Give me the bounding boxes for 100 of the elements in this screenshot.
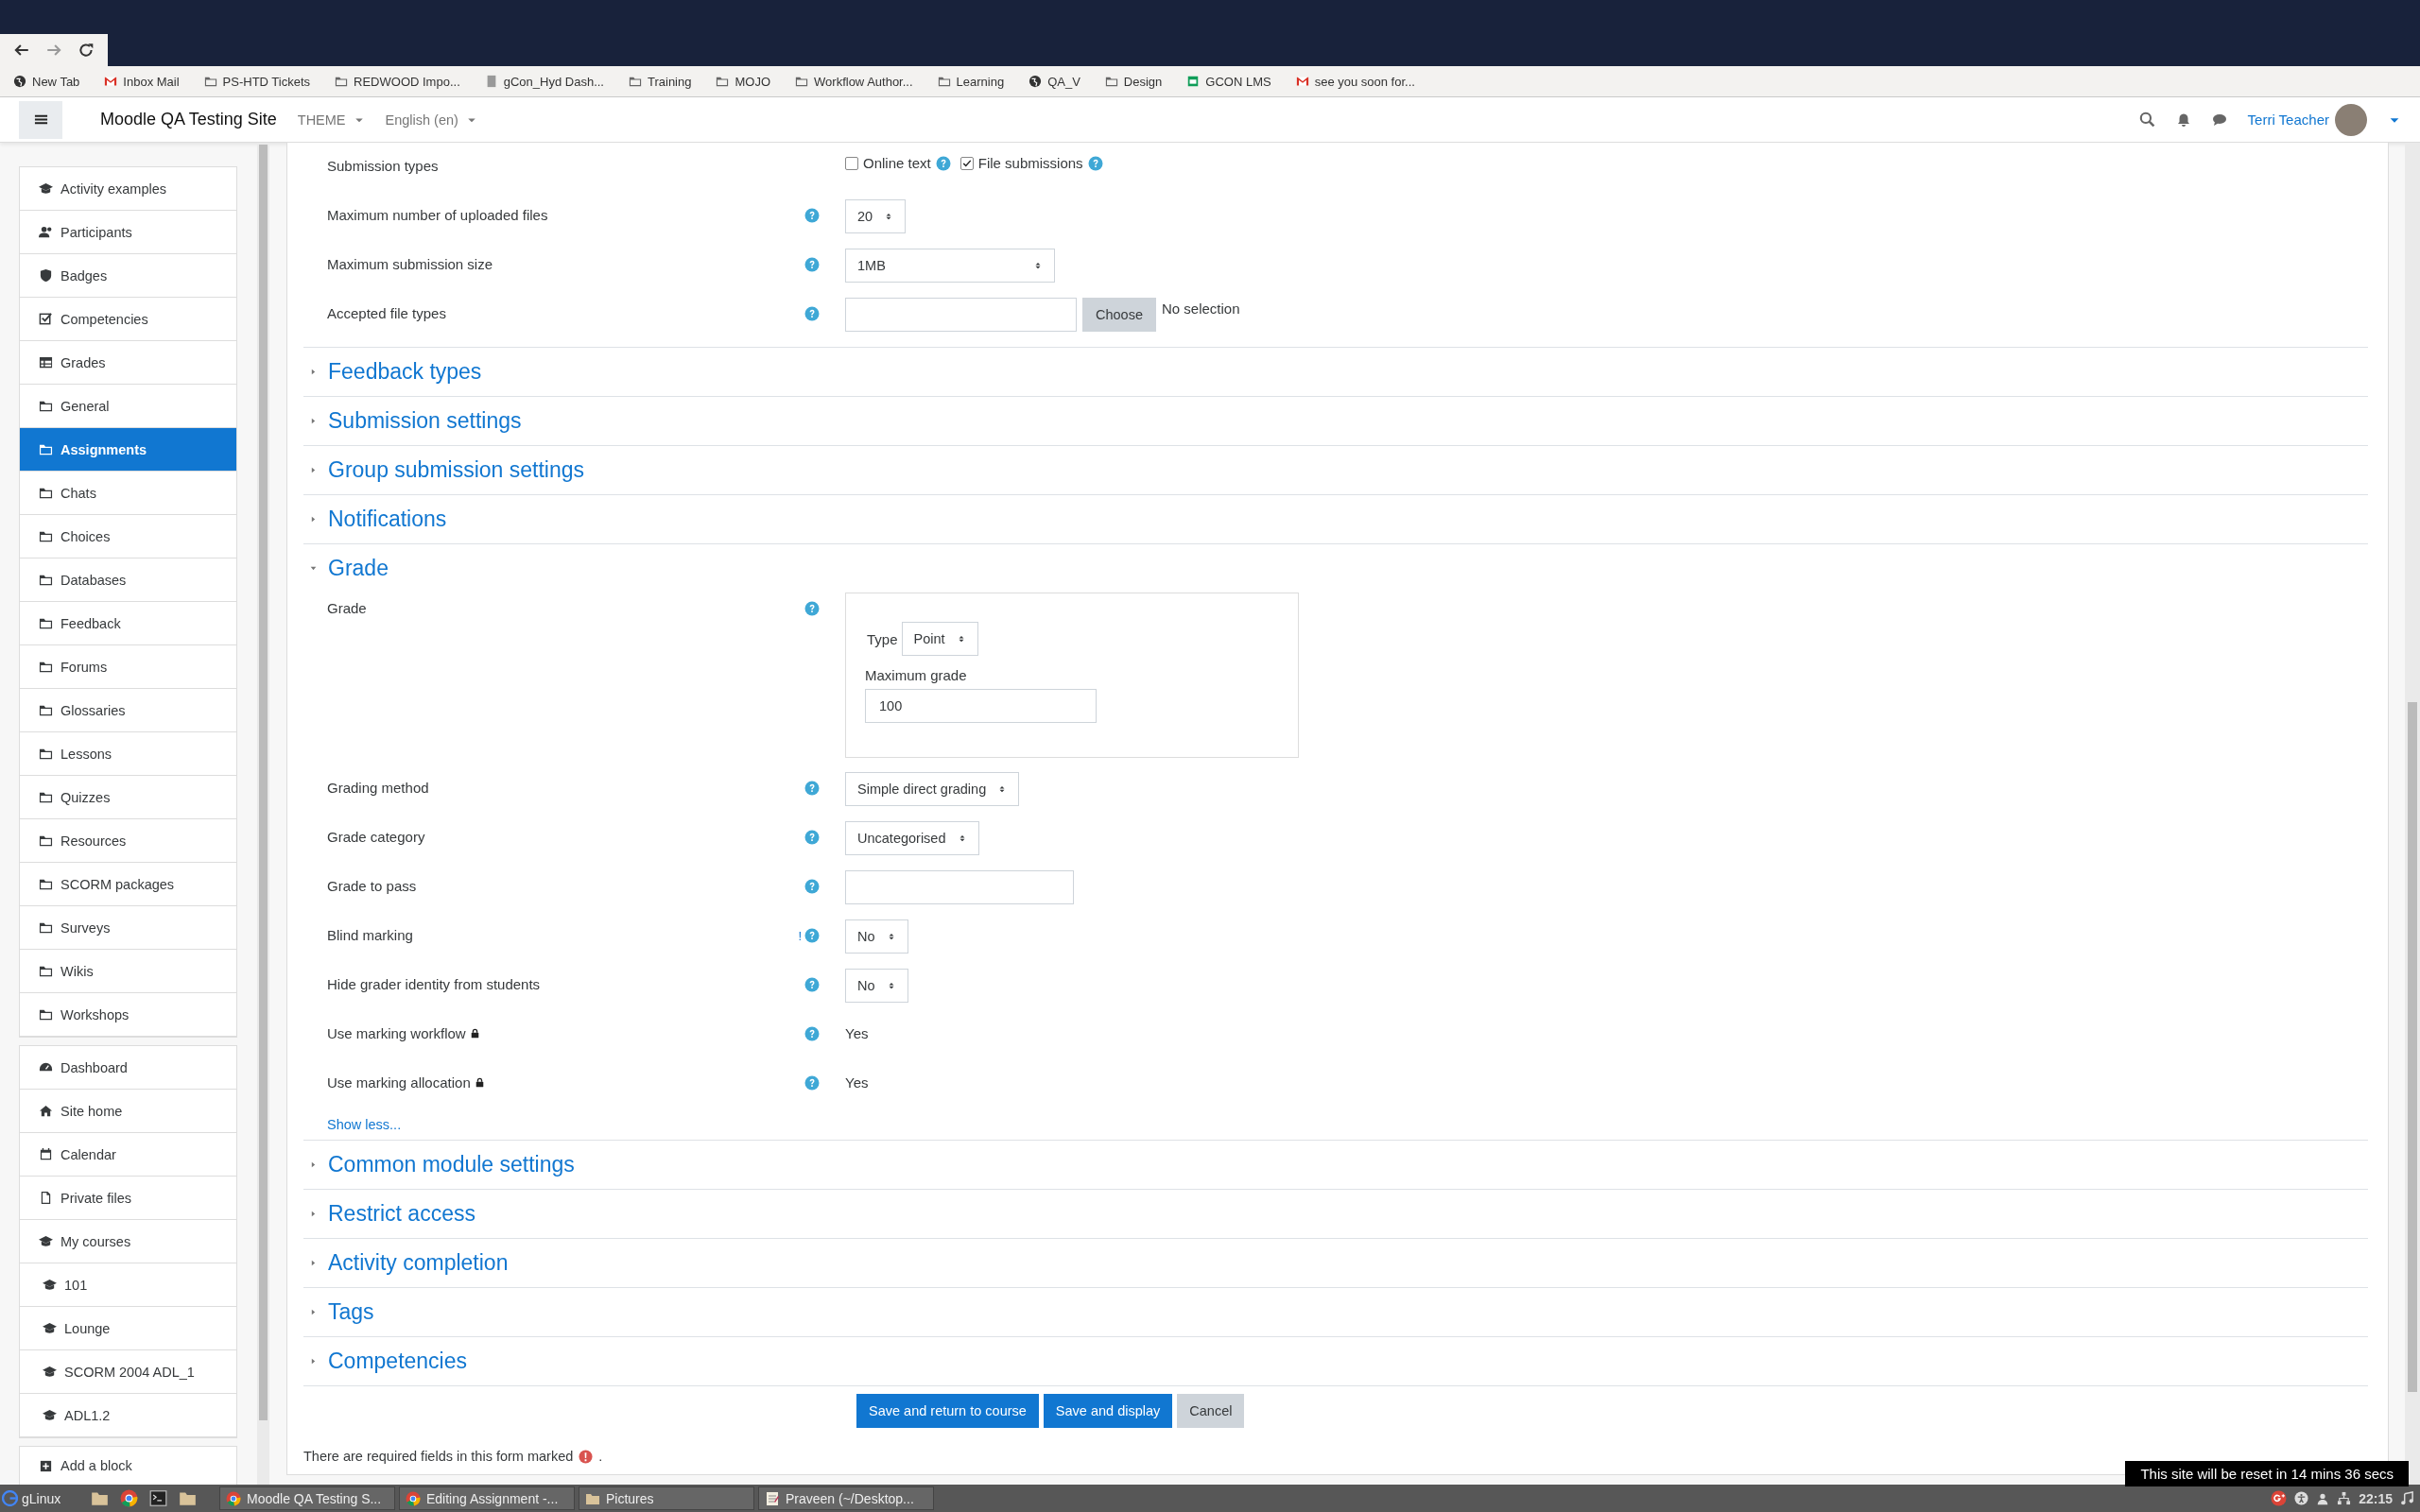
show-less-link[interactable]: Show less... <box>303 1117 402 1140</box>
section-header[interactable]: Notifications <box>303 494 2368 543</box>
section-header[interactable]: Feedback types <box>303 347 2368 396</box>
bookmark[interactable]: GCON LMS <box>1186 74 1271 89</box>
sidebar-item[interactable]: Lounge <box>20 1307 236 1350</box>
sidebar-item[interactable]: Choices <box>20 515 236 558</box>
sidebar-item[interactable]: Calendar <box>20 1133 236 1177</box>
bookmark[interactable]: Design <box>1104 74 1163 89</box>
sidebar-item[interactable]: Lessons <box>20 732 236 776</box>
section-header[interactable]: Restrict access <box>303 1189 2368 1238</box>
help-icon[interactable] <box>804 781 820 796</box>
help-icon[interactable] <box>804 306 820 321</box>
select-dropdown[interactable]: Point <box>901 622 978 656</box>
form-button[interactable]: Save and display <box>1043 1394 1173 1428</box>
sidebar-item[interactable]: Quizzes <box>20 776 236 819</box>
help-icon[interactable] <box>804 830 820 845</box>
section-header[interactable]: Competencies <box>303 1336 2368 1385</box>
terminal-icon[interactable] <box>149 1489 167 1507</box>
scrollbar[interactable] <box>2405 143 2420 1485</box>
select-dropdown[interactable]: Uncategorised <box>845 821 979 855</box>
sidebar-item[interactable]: Surveys <box>20 906 236 950</box>
browser-icon[interactable] <box>120 1489 138 1507</box>
sidebar-item[interactable]: Assignments <box>20 428 236 472</box>
sidebar-item[interactable]: Databases <box>20 558 236 602</box>
section-header[interactable]: Group submission settings <box>303 445 2368 494</box>
help-icon[interactable] <box>804 1026 820 1041</box>
sidebar-item[interactable]: Participants <box>20 211 236 254</box>
sidebar-item[interactable]: 101 <box>20 1263 236 1307</box>
taskbar-window-button[interactable]: Editing Assignment -... <box>399 1486 575 1510</box>
start-menu-button[interactable]: gLinux <box>2 1490 81 1506</box>
user-name-link[interactable]: Terri Teacher <box>2247 112 2329 128</box>
section-header[interactable]: Activity completion <box>303 1238 2368 1287</box>
text-field[interactable]: 100 <box>865 689 1097 723</box>
bookmark[interactable]: PS-HTD Tickets <box>203 74 311 89</box>
section-header[interactable]: Submission settings <box>303 396 2368 445</box>
sidebar-item[interactable]: Workshops <box>20 993 236 1037</box>
form-button[interactable]: Save and return to course <box>856 1394 1039 1428</box>
dropdown-menu[interactable]: English (en) <box>385 112 477 128</box>
sidebar-item[interactable]: Wikis <box>20 950 236 993</box>
sidebar-item[interactable]: Dashboard <box>20 1046 236 1090</box>
help-icon[interactable] <box>804 1075 820 1091</box>
form-button[interactable]: Cancel <box>1177 1394 1245 1428</box>
taskbar-window-button[interactable]: Praveen (~/Desktop... <box>758 1486 934 1510</box>
taskbar-window-button[interactable]: Moodle QA Testing S... <box>219 1486 395 1510</box>
help-icon[interactable] <box>935 155 951 171</box>
select-dropdown[interactable]: 1MB <box>845 249 1055 283</box>
speech-bubble-icon[interactable] <box>2211 112 2227 128</box>
help-icon[interactable] <box>804 977 820 992</box>
choose-button[interactable]: Choose <box>1082 298 1156 332</box>
search-icon[interactable] <box>2138 112 2155 128</box>
checkbox-option[interactable]: File submissions <box>959 155 1103 171</box>
site-name-link[interactable]: Moodle QA Testing Site <box>100 110 277 129</box>
sidebar-item[interactable]: Resources <box>20 819 236 863</box>
bell-icon[interactable] <box>2175 112 2191 128</box>
help-icon[interactable] <box>804 257 820 272</box>
bookmark[interactable]: Workflow Author... <box>795 74 913 89</box>
select-dropdown[interactable]: No <box>845 969 908 1003</box>
bookmark[interactable]: Learning <box>937 74 1005 89</box>
sidebar-item[interactable]: Badges <box>20 254 236 298</box>
sidebar-item[interactable]: Glossaries <box>20 689 236 732</box>
sidebar-item[interactable]: ADL1.2 <box>20 1394 236 1437</box>
avatar[interactable] <box>2335 103 2367 136</box>
sidebar-item[interactable]: Activity examples <box>20 167 236 211</box>
bookmark[interactable]: New Tab <box>13 74 80 89</box>
text-field[interactable] <box>845 870 1074 904</box>
music-note-icon[interactable] <box>2400 1491 2414 1505</box>
select-dropdown[interactable]: Simple direct grading <box>845 772 1020 806</box>
select-dropdown[interactable]: No <box>845 919 908 954</box>
section-header[interactable]: Grade <box>303 543 2368 593</box>
text-field[interactable] <box>845 298 1077 332</box>
sidebar-item[interactable]: Competencies <box>20 298 236 341</box>
bookmark[interactable]: gCon_Hyd Dash... <box>484 74 604 89</box>
bookmark[interactable]: Training <box>629 74 692 89</box>
bookmark[interactable]: see you soon for... <box>1295 74 1415 89</box>
sidebar-item[interactable]: My courses <box>20 1220 236 1263</box>
sidebar-item[interactable]: Grades <box>20 341 236 385</box>
help-icon[interactable] <box>804 879 820 894</box>
bookmark[interactable]: REDWOOD Impo... <box>335 74 460 89</box>
select-dropdown[interactable]: 20 <box>845 199 907 233</box>
add-block-link[interactable]: Add a block <box>20 1447 236 1485</box>
reload-icon[interactable] <box>78 42 95 59</box>
checkbox-option[interactable]: Online text <box>845 155 951 171</box>
sidebar-item[interactable]: Site home <box>20 1090 236 1133</box>
bookmark[interactable]: MOJO <box>716 74 771 89</box>
menu-button[interactable] <box>19 100 62 139</box>
scrollbar[interactable] <box>257 143 269 1485</box>
section-header[interactable]: Common module settings <box>303 1140 2368 1189</box>
sidebar-item[interactable]: Chats <box>20 472 236 515</box>
sidebar-item[interactable]: Feedback <box>20 602 236 645</box>
help-icon[interactable] <box>1087 155 1103 171</box>
taskbar-window-button[interactable]: Pictures <box>579 1486 754 1510</box>
accessibility-icon[interactable] <box>2294 1491 2309 1505</box>
section-header[interactable]: Tags <box>303 1287 2368 1336</box>
network-icon[interactable] <box>2337 1491 2352 1505</box>
sidebar-item[interactable]: SCORM packages <box>20 863 236 906</box>
bookmark[interactable]: QA_V <box>1028 74 1080 89</box>
dropdown-menu[interactable]: THEME <box>297 112 365 128</box>
bookmark[interactable]: Inbox Mail <box>104 74 180 89</box>
sidebar-item[interactable]: Private files <box>20 1177 236 1220</box>
sidebar-item[interactable]: SCORM 2004 ADL_1 <box>20 1350 236 1394</box>
